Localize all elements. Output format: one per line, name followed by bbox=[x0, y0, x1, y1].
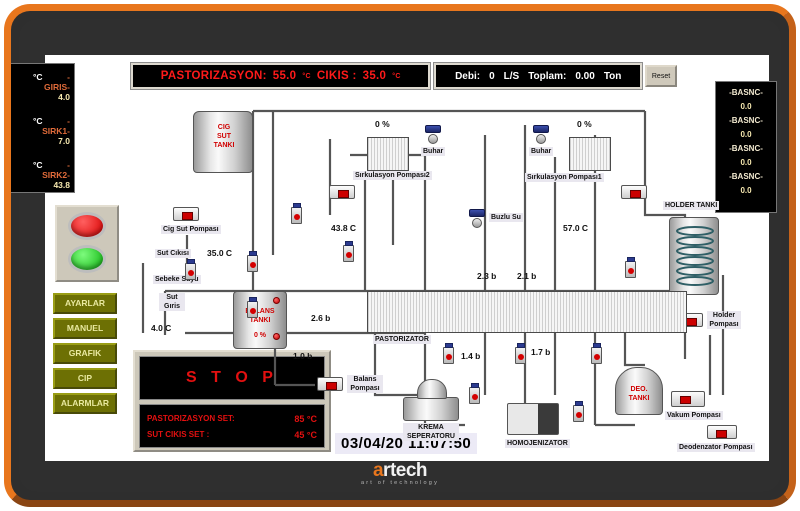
sirk2-label: -SIRK2- bbox=[42, 160, 70, 180]
cig-sut-pompasi-label: Cig Sut Pompası bbox=[161, 225, 221, 234]
cikis-value: 35.0 bbox=[362, 70, 387, 82]
krema-seperatoru[interactable] bbox=[403, 397, 459, 421]
buzlu-su-label: Buzlu Su bbox=[489, 213, 523, 222]
balans-tanki-level: 0 % bbox=[253, 332, 267, 339]
pressure-regen-top-1: 2.3 b bbox=[477, 271, 497, 281]
nav-button-grafik[interactable]: GRAFIK bbox=[53, 343, 117, 364]
cig-sut-pompasi[interactable] bbox=[173, 207, 199, 221]
buhar-valve-right[interactable] bbox=[533, 125, 549, 145]
holder-tanki-label: HOLDER TANKI bbox=[663, 201, 720, 210]
green-indicator-lamp[interactable] bbox=[68, 245, 106, 273]
sut-giris-temp: 4.0 C bbox=[151, 323, 172, 333]
toplam-value: 0.00 bbox=[575, 70, 595, 82]
deodenzator-pompasi[interactable] bbox=[707, 425, 737, 439]
recycle-valve[interactable] bbox=[291, 203, 302, 224]
pressure-seperator: 1.4 b bbox=[461, 351, 481, 361]
sirkulasyon-pompasi-1[interactable] bbox=[621, 185, 647, 199]
temperature-display: PASTORIZASYON: 55.0 °C CIKIS : 35.0 °C bbox=[129, 62, 432, 90]
balans-tanki-level-low-indicator bbox=[273, 333, 280, 340]
sirkulasyon-pompasi-2[interactable] bbox=[329, 185, 355, 199]
divert-valve[interactable] bbox=[343, 241, 354, 262]
nav-button-alarmlar[interactable]: ALARMLAR bbox=[53, 393, 117, 414]
pastorizator[interactable] bbox=[367, 291, 687, 333]
debi-value: 0 bbox=[489, 70, 495, 82]
toplam-unit: Ton bbox=[603, 70, 622, 82]
sut-giris-valve[interactable] bbox=[247, 297, 258, 318]
heat-exchanger-2[interactable] bbox=[367, 137, 409, 171]
vakum-pompasi[interactable] bbox=[671, 391, 705, 407]
monitor-bezel: °C -GIRIS- 4.0 °C -SIRK1- 7.0 °C -SIRK2-… bbox=[4, 4, 796, 507]
valve-open-pct-right: 0 % bbox=[577, 119, 592, 129]
krema-seperatoru-label: KREMA SEPERATORU bbox=[403, 423, 459, 441]
holder-pompasi-label: Holder Pompası bbox=[707, 311, 741, 329]
toplam-label: Toplam: bbox=[528, 70, 567, 82]
balans-pompasi-label: Balans Pompası bbox=[347, 375, 383, 393]
sirkulasyon-pompasi-1-label: Sırkulasyon Pompası1 bbox=[525, 173, 604, 182]
homojenizator-label: HOMOJENIZATOR bbox=[505, 439, 570, 448]
balans-tanki-label: BALANS TANKI bbox=[245, 308, 275, 324]
sebeke-suyu-valve[interactable] bbox=[247, 251, 258, 272]
sirkulasyon-1-temp: 57.0 C bbox=[563, 223, 589, 233]
holder-inlet-valve[interactable] bbox=[625, 257, 636, 278]
pressure-regen-in: 2.6 b bbox=[311, 313, 331, 323]
balans-tanki-level-high-indicator bbox=[273, 297, 280, 304]
debi-unit: L/S bbox=[503, 70, 520, 82]
sirk2-value: 43.8 bbox=[53, 180, 70, 190]
nav-button-ayarlar[interactable]: AYARLAR bbox=[53, 293, 117, 314]
navigation-button-panel: AYARLAR MANUEL GRAFIK CIP ALARMLAR bbox=[53, 293, 121, 418]
sirkulasyon-pompasi-2-label: Sırkulasyon Pompası2 bbox=[353, 171, 432, 180]
pastorizasyon-label: PASTORIZASYON: bbox=[160, 70, 267, 82]
buzlu-su-valve[interactable] bbox=[469, 209, 485, 229]
pressure-homojenizator: 1.7 b bbox=[531, 347, 551, 357]
pastorizasyon-unit: °C bbox=[302, 72, 311, 80]
sut-cikisi-temp: 35.0 C bbox=[207, 248, 233, 258]
homojenizator-valve[interactable] bbox=[515, 343, 526, 364]
heat-exchanger-1[interactable] bbox=[569, 137, 611, 171]
balans-pompasi[interactable] bbox=[317, 377, 343, 391]
deo-tanki-label: DEO. TANKI bbox=[628, 386, 650, 402]
sirkulasyon-2-temp: 43.8 C bbox=[331, 223, 357, 233]
giris-unit: °C bbox=[33, 72, 43, 82]
homojenizator[interactable] bbox=[507, 403, 559, 435]
top-status-bar: PASTORIZASYON: 55.0 °C CIKIS : 35.0 °C D… bbox=[129, 62, 677, 90]
red-indicator-lamp[interactable] bbox=[68, 212, 106, 240]
nav-button-cip[interactable]: CIP bbox=[53, 368, 117, 389]
sirk1-value: 7.0 bbox=[58, 136, 70, 146]
buhar-left-label: Buhar bbox=[421, 147, 446, 156]
sut-cikisi-label: Sut Cıkısı bbox=[155, 249, 191, 258]
reset-button[interactable]: Reset bbox=[645, 65, 677, 87]
process-flow-diagram: CIG SUT TANKI Cig Sut Pompası Sut Cıkısı 3… bbox=[125, 95, 755, 455]
holder-tanki-coil bbox=[676, 226, 714, 286]
flow-total-display: Debi: 0 L/S Toplam: 0.00 Ton bbox=[433, 62, 644, 90]
pressure-balans: 1.0 b bbox=[293, 351, 313, 361]
homojenizator-outlet-valve[interactable] bbox=[573, 401, 584, 422]
buhar-right-label: Buhar bbox=[529, 147, 554, 156]
deodenzator-pompasi-label: Deodenzator Pompası bbox=[677, 443, 755, 452]
buhar-valve-left[interactable] bbox=[425, 125, 441, 145]
vakum-pompasi-label: Vakum Pompası bbox=[665, 411, 723, 420]
sut-giris-label: Sut Gıris bbox=[159, 293, 185, 311]
cikis-label: CIKIS : bbox=[316, 70, 357, 82]
sirk1-unit: °C bbox=[33, 116, 43, 126]
pastorizasyon-value: 55.0 bbox=[272, 70, 297, 82]
valve-open-pct-left: 0 % bbox=[375, 119, 390, 129]
hmi-screen: °C -GIRIS- 4.0 °C -SIRK1- 7.0 °C -SIRK2-… bbox=[11, 55, 777, 461]
pastorizator-label: PASTORIZATOR bbox=[373, 335, 431, 344]
sirk1-label: -SIRK1- bbox=[42, 116, 70, 136]
giris-value: 4.0 bbox=[58, 92, 70, 102]
seperator-valve[interactable] bbox=[443, 343, 454, 364]
deo-valve[interactable] bbox=[591, 343, 602, 364]
cikis-unit: °C bbox=[392, 72, 401, 80]
krema-seperatoru-bowl bbox=[417, 379, 447, 399]
krema-seperatoru-outlet-valve[interactable] bbox=[469, 383, 480, 404]
pressure-regen-top-2: 2.1 b bbox=[517, 271, 537, 281]
sut-cikisi-valve[interactable] bbox=[185, 259, 196, 280]
giris-label: -GIRIS- bbox=[44, 72, 70, 92]
debi-label: Debi: bbox=[455, 70, 481, 82]
indicator-lamp-panel bbox=[55, 205, 119, 282]
cig-sut-tanki-label: CIG SUT TANKI bbox=[213, 124, 235, 149]
nav-button-manuel[interactable]: MANUEL bbox=[53, 318, 117, 339]
sirk2-unit: °C bbox=[33, 160, 43, 170]
left-temperature-readout: °C -GIRIS- 4.0 °C -SIRK1- 7.0 °C -SIRK2-… bbox=[11, 63, 75, 193]
